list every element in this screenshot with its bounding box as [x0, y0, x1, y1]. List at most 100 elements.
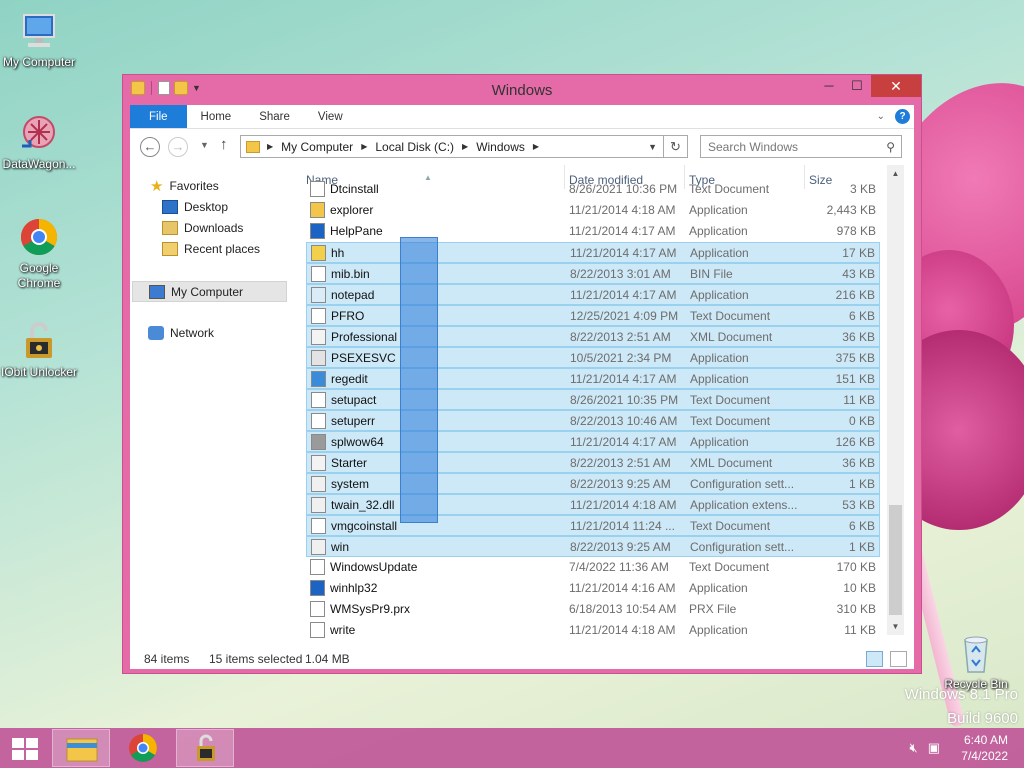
file-row[interactable]: Professional 8/22/2013 2:51 AM XML Documen…: [306, 326, 880, 347]
desktop-icon: [162, 200, 178, 214]
file-row[interactable]: PSEXESVC 10/5/2021 2:34 PM Application 375 …: [306, 347, 880, 368]
file-type: Text Document: [690, 393, 771, 407]
maximize-button[interactable]: ☐: [843, 75, 871, 97]
search-input[interactable]: Search Windows ⚲: [700, 135, 902, 158]
file-row[interactable]: vmgcoinstall 11/21/2014 11:24 ... Text Doc…: [306, 515, 880, 536]
file-row[interactable]: setupact 8/26/2021 10:35 PM Text Document 1…: [306, 389, 880, 410]
up-button[interactable]: ↑: [220, 136, 228, 153]
nav-network[interactable]: Network: [148, 326, 214, 340]
taskbar-chrome[interactable]: [114, 729, 172, 767]
title-bar[interactable]: ▼ Windows ─ ☐ ✕: [123, 75, 921, 105]
tab-home[interactable]: Home: [187, 105, 246, 128]
file-list[interactable]: ▲ Name Date modified Type Size Dtcinstal…: [306, 165, 904, 649]
address-dropdown-icon[interactable]: ▼: [648, 142, 657, 152]
file-row[interactable]: regedit 11/21/2014 4:17 AM Application 151 …: [306, 368, 880, 389]
desktop-icon-datawagon[interactable]: DataWagon...: [0, 112, 78, 172]
file-type: Application: [689, 224, 748, 238]
scroll-down-icon[interactable]: ▼: [887, 618, 904, 635]
file-row[interactable]: explorer 11/21/2014 4:18 AM Application 2,4…: [306, 200, 880, 221]
speaker-muted-icon[interactable]: 🔇︎: [910, 740, 918, 756]
back-button[interactable]: ←: [140, 137, 160, 157]
breadcrumb-windows[interactable]: Windows: [476, 140, 525, 154]
file-type: Text Document: [690, 414, 771, 428]
file-row[interactable]: Starter 8/22/2013 2:51 AM XML Document 36 K…: [306, 452, 880, 473]
nav-desktop[interactable]: Desktop: [162, 200, 228, 214]
file-row[interactable]: hh 11/21/2014 4:17 AM Application 17 KB: [306, 242, 880, 263]
desktop-icon-my-computer[interactable]: My Computer: [0, 10, 78, 70]
file-name: vmgcoinstall: [331, 519, 398, 533]
file-name: WindowsUpdate: [330, 560, 418, 574]
taskbar-file-explorer[interactable]: [52, 729, 110, 767]
regedit-icon: [311, 371, 326, 387]
start-button[interactable]: [12, 738, 38, 760]
breadcrumb-chevron-icon[interactable]: ▶: [267, 142, 273, 151]
nav-recent-places[interactable]: Recent places: [162, 242, 260, 256]
file-row[interactable]: Dtcinstall 8/26/2021 10:36 PM Text Documen…: [306, 179, 880, 200]
file-row[interactable]: WMSysPr9.prx 6/18/2013 10:54 AM PRX File 31…: [306, 599, 880, 620]
minimize-button[interactable]: ─: [815, 75, 843, 97]
file-date: 8/22/2013 9:25 AM: [570, 477, 671, 491]
address-bar[interactable]: ▶ My Computer ▶ Local Disk (C:) ▶ Window…: [240, 135, 664, 158]
file-row[interactable]: system 8/22/2013 9:25 AM Configuration set…: [306, 473, 880, 494]
file-date: 11/21/2014 4:17 AM: [570, 435, 677, 449]
desktop-icon-iobit-unlocker[interactable]: IObit Unlocker: [0, 320, 78, 380]
tab-share[interactable]: Share: [245, 105, 304, 128]
desktop-icon-chrome[interactable]: Google Chrome: [0, 216, 78, 291]
desktop-icon-recycle-bin[interactable]: Recycle Bin: [936, 632, 1016, 692]
file-name: setupact: [331, 393, 377, 407]
search-icon[interactable]: ⚲: [886, 140, 895, 154]
file-row[interactable]: mib.bin 8/22/2013 3:01 AM BIN File 43 KB: [306, 263, 880, 284]
scrollbar-thumb[interactable]: [889, 505, 902, 615]
settings-file-icon: [311, 476, 326, 492]
file-date: 8/22/2013 9:25 AM: [570, 540, 671, 554]
selected-count: 15 items selected: [209, 652, 303, 666]
breadcrumb-chevron-icon[interactable]: ▶: [533, 142, 539, 151]
file-row[interactable]: write 11/21/2014 4:18 AM Application 11 KB: [306, 620, 880, 641]
explorer-window: ▼ Windows ─ ☐ ✕ File Home Share View ⌄ ?…: [122, 74, 922, 674]
computer-icon: [18, 10, 60, 52]
windows-build-watermark: Build 9600: [947, 710, 1018, 727]
refresh-button[interactable]: ↻: [664, 135, 688, 158]
text-file-icon: [311, 308, 326, 324]
nav-downloads[interactable]: Downloads: [162, 221, 243, 235]
file-row[interactable]: HelpPane 11/21/2014 4:17 AM Application 978…: [306, 221, 880, 242]
nav-my-computer[interactable]: My Computer: [132, 281, 287, 302]
taskbar-iobit-unlocker[interactable]: [176, 729, 234, 767]
file-row[interactable]: twain_32.dll 11/21/2014 4:18 AM Applicatio…: [306, 494, 880, 515]
file-type: Text Document: [690, 519, 771, 533]
clock[interactable]: 6:40 AM 7/4/2022: [961, 732, 1008, 764]
details-view-button[interactable]: [866, 651, 883, 667]
file-row[interactable]: PFRO 12/25/2021 4:09 PM Text Document 6 KB: [306, 305, 880, 326]
windows-edition-watermark: Windows 8.1 Pro: [904, 686, 1018, 703]
nav-favorites[interactable]: ★ Favorites: [150, 177, 219, 195]
help-book-icon: [311, 245, 326, 261]
file-size: 310 KB: [836, 602, 876, 616]
file-row[interactable]: winhlp32 11/21/2014 4:16 AM Application 10 …: [306, 578, 880, 599]
help-icon[interactable]: ?: [895, 109, 910, 124]
file-row[interactable]: win 8/22/2013 9:25 AM Configuration sett..…: [306, 536, 880, 557]
large-icons-view-button[interactable]: [890, 651, 907, 667]
close-button[interactable]: ✕: [871, 75, 921, 97]
file-row[interactable]: setuperr 8/22/2013 10:46 AM Text Document 0…: [306, 410, 880, 431]
file-date: 8/26/2021 10:36 PM: [569, 182, 678, 196]
tab-view[interactable]: View: [304, 105, 357, 128]
file-date: 8/22/2013 2:51 AM: [570, 456, 671, 470]
file-date: 11/21/2014 4:17 AM: [570, 372, 677, 386]
scroll-up-icon[interactable]: ▲: [887, 165, 904, 182]
address-row: ← → ▼ ↑ ▶ My Computer ▶ Local Disk (C:) …: [130, 129, 914, 165]
expand-ribbon-icon[interactable]: ⌄: [877, 111, 885, 122]
breadcrumb-chevron-icon[interactable]: ▶: [462, 142, 468, 151]
file-row[interactable]: splwow64 11/21/2014 4:17 AM Application 126…: [306, 431, 880, 452]
breadcrumb-chevron-icon[interactable]: ▶: [361, 142, 367, 151]
text-file-icon: [310, 559, 325, 575]
breadcrumb-my-computer[interactable]: My Computer: [281, 140, 353, 154]
file-size: 6 KB: [848, 309, 875, 323]
forward-button[interactable]: →: [168, 137, 188, 157]
network-icon[interactable]: ▣: [928, 740, 940, 756]
recent-locations-dropdown[interactable]: ▼: [200, 140, 209, 150]
tab-file[interactable]: File: [130, 105, 187, 128]
file-row[interactable]: notepad 11/21/2014 4:17 AM Application 216 …: [306, 284, 880, 305]
breadcrumb-local-disk[interactable]: Local Disk (C:): [375, 140, 454, 154]
file-row[interactable]: WindowsUpdate 7/4/2022 11:36 AM Text Docum…: [306, 557, 880, 578]
vertical-scrollbar[interactable]: ▲ ▼: [887, 165, 904, 635]
